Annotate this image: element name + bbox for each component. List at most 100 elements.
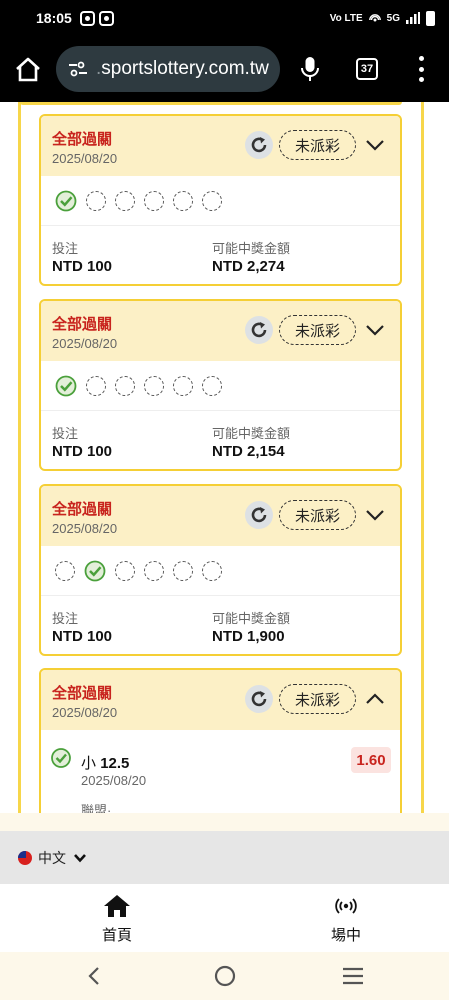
bet-type-title: 全部過關 [52,131,113,148]
pending-leg-indicator [173,375,193,396]
bet-date: 2025/08/20 [52,336,118,351]
volte-icon: Vo LTE [329,12,363,24]
bet-card-header[interactable]: 全部過關 2025/08/20 未派彩 [41,301,400,361]
stake-value: NTD 100 [52,443,113,460]
bet-card-footer: 投注 NTD 100 可能中獎金額 NTD 2,154 [41,411,400,469]
nav-home[interactable]: 首頁 [72,894,162,945]
refresh-button[interactable] [245,685,273,713]
nav-live-label: 場中 [330,927,361,944]
taiwan-flag-icon [18,850,32,865]
chevron-down-icon[interactable] [365,138,385,152]
home-icon[interactable] [14,56,42,82]
chevron-down-icon[interactable] [365,323,385,337]
nav-live[interactable]: 場中 [301,894,391,945]
refresh-button[interactable] [245,501,273,529]
status-badge: 未派彩 [279,130,356,160]
recents-icon[interactable] [342,967,364,985]
home-icon [104,895,130,917]
back-icon[interactable] [87,966,101,986]
check-circle-icon [55,190,77,211]
pending-leg-indicator [144,190,164,211]
notification-icon [98,10,114,26]
refresh-button[interactable] [245,131,273,159]
refresh-icon [251,691,267,707]
microphone-icon[interactable] [298,55,322,83]
signal-icon [406,12,420,24]
pending-leg-indicator [115,560,135,581]
bet-card-header[interactable]: 全部過關 2025/08/20 未派彩 [41,670,400,730]
check-circle-icon [55,375,77,396]
bet-card[interactable]: 全部過關 2025/08/20 未派彩 投注 NTD 100 可能中獎金額 NT… [39,114,402,286]
pending-leg-indicator [202,375,222,396]
nav-home-label: 首頁 [101,927,132,944]
status-badge: 未派彩 [279,684,356,714]
language-selector[interactable]: 中文 [0,831,449,884]
bet-card[interactable]: 全部過關 2025/08/20 未派彩 投注 NTD 100 可能中獎金額 NT… [39,484,402,656]
language-label: 中文 [38,849,66,866]
chevron-down-icon [74,853,86,862]
battery-icon [426,10,435,26]
chevron-down-icon[interactable] [365,508,385,522]
bet-card-header[interactable]: 全部過關 2025/08/20 未派彩 [41,486,400,546]
bet-history-content[interactable]: 全部過關 2025/08/20 未派彩 投注 NTD 100 可能中獎金額 NT… [0,102,449,813]
bet-date: 2025/08/20 [52,151,118,166]
status-time: 18:05 [36,10,72,26]
stake-value: NTD 100 [52,258,113,275]
odds-badge: 1.60 [351,747,391,773]
payout-label: 可能中獎金額 [212,426,291,441]
pending-leg-indicator [115,375,135,396]
stake-label: 投注 [52,611,79,626]
refresh-button[interactable] [245,316,273,344]
status-badge: 未派彩 [279,315,356,345]
payout-value: NTD 1,900 [212,628,285,645]
pending-leg-indicator [202,190,222,211]
notification-icon [79,10,95,26]
pick-selection: 小 12.5 [81,755,130,772]
pending-leg-indicator [144,560,164,581]
overflow-menu-icon[interactable] [416,56,426,82]
bet-card[interactable]: 全部過關 2025/08/20 未派彩 投注 NTD 100 可能中獎金額 NT… [39,299,402,471]
previous-card-edge [20,102,402,105]
pending-leg-indicator [115,190,135,211]
bet-date: 2025/08/20 [52,521,118,536]
leg-status-row [41,361,400,411]
status-bar: 18:05 Vo LTE 5G [0,0,449,36]
stake-label: 投注 [52,241,79,256]
payout-value: NTD 2,274 [212,258,285,275]
tab-switcher-button[interactable]: 37 [356,58,378,80]
payout-value: NTD 2,154 [212,443,285,460]
network-type: 5G [386,12,400,24]
address-bar[interactable]: .sportslottery.com.tw [56,46,280,92]
payout-label: 可能中獎金額 [212,611,291,626]
bet-leg-detail: 小 12.5 2025/08/20 聯盟· 1.60 [41,730,400,813]
refresh-icon [251,507,267,523]
pending-leg-indicator [173,560,193,581]
payout-label: 可能中獎金額 [212,241,291,256]
leg-status-row [41,176,400,226]
bet-card-footer: 投注 NTD 100 可能中獎金額 NTD 1,900 [41,596,400,654]
pending-leg-indicator [86,375,106,396]
bet-card-footer: 投注 NTD 100 可能中獎金額 NTD 2,274 [41,226,400,284]
bet-date: 2025/08/20 [52,705,118,720]
bet-type-title: 全部過關 [52,685,113,702]
pending-leg-indicator [144,375,164,396]
pending-leg-indicator [55,560,75,581]
live-broadcast-icon [335,898,357,914]
bet-card-header[interactable]: 全部過關 2025/08/20 未派彩 [41,116,400,176]
site-settings-icon[interactable] [68,61,88,77]
hotspot-icon [368,14,381,22]
bet-type-title: 全部過關 [52,316,113,333]
url-text: .sportslottery.com.tw [96,58,269,79]
refresh-icon [251,322,267,338]
system-navigation-bar [0,952,449,1000]
home-circle-icon[interactable] [214,965,236,987]
pick-date: 2025/08/20 [81,773,147,788]
bet-type-title: 全部過關 [52,501,113,518]
chevron-up-icon[interactable] [365,692,385,706]
pending-leg-indicator [86,190,106,211]
pending-leg-indicator [173,190,193,211]
bet-card-expanded[interactable]: 全部過關 2025/08/20 未派彩 小 12.5 2025/08/20 聯盟… [39,668,402,813]
pending-leg-indicator [202,560,222,581]
check-circle-icon [51,748,71,768]
stake-value: NTD 100 [52,628,113,645]
